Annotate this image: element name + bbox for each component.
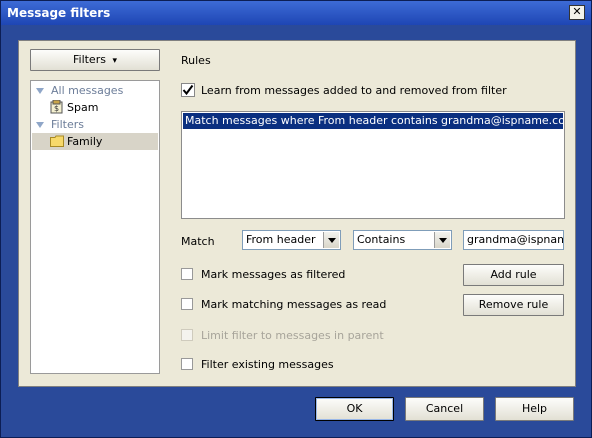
value-input-text: grandma@ispname.com (467, 233, 563, 246)
tree-item-label: Spam (67, 101, 99, 114)
filter-tree: All messages $ Spam Filters Family (30, 80, 160, 374)
help-button[interactable]: Help (495, 397, 574, 421)
rules-heading: Rules (181, 54, 211, 67)
message-filters-window: Message filters ✕ Filters ▾ All messages… (0, 0, 592, 438)
window-title: Message filters (7, 6, 111, 20)
tree-group-label: Filters (51, 118, 84, 131)
field-select-value: From header (246, 233, 316, 246)
rules-list[interactable]: Match messages where From header contain… (181, 111, 565, 219)
title-bar[interactable]: Message filters ✕ (1, 1, 591, 25)
match-label: Match (181, 235, 215, 248)
chevron-down-icon[interactable] (323, 232, 339, 248)
tree-item-spam[interactable]: $ Spam (31, 99, 157, 116)
filters-menu-button[interactable]: Filters ▾ (30, 49, 160, 71)
chevron-down-icon[interactable] (434, 232, 450, 248)
mark-read-checkbox[interactable] (181, 298, 193, 310)
remove-rule-button[interactable]: Remove rule (463, 294, 564, 316)
spam-icon: $ (50, 100, 63, 114)
expand-triangle-icon[interactable] (36, 88, 44, 94)
close-button[interactable]: ✕ (569, 5, 585, 20)
folder-icon (50, 135, 64, 147)
add-rule-button[interactable]: Add rule (463, 264, 564, 286)
learn-checkbox[interactable] (181, 83, 195, 97)
help-button-label: Help (521, 402, 548, 415)
tree-group-filters[interactable]: Filters (31, 116, 157, 133)
tree-item-label: Family (67, 135, 103, 148)
operator-select[interactable]: Contains (353, 230, 452, 250)
dialog-panel: Filters ▾ All messages $ Spam Filters Fa… (18, 40, 576, 387)
chevron-down-icon: ▾ (112, 56, 117, 66)
rule-list-item[interactable]: Match messages where From header contain… (183, 113, 563, 129)
remove-rule-label: Remove rule (478, 298, 549, 311)
svg-text:$: $ (54, 104, 59, 113)
expand-triangle-icon[interactable] (36, 122, 44, 128)
add-rule-label: Add rule (490, 268, 537, 281)
ok-button-label: OK (346, 402, 363, 415)
value-input[interactable]: grandma@ispname.com (463, 230, 564, 250)
mark-read-label: Mark matching messages as read (201, 298, 387, 311)
learn-checkbox-label: Learn from messages added to and removed… (201, 84, 507, 97)
filter-existing-checkbox[interactable] (181, 358, 193, 370)
tree-group-all-messages[interactable]: All messages (31, 82, 157, 99)
checkmark-icon (181, 83, 195, 97)
mark-filtered-label: Mark messages as filtered (201, 268, 346, 281)
filter-existing-label: Filter existing messages (201, 358, 334, 371)
limit-to-parent-checkbox[interactable] (181, 329, 193, 341)
ok-button[interactable]: OK (315, 397, 394, 421)
cancel-button[interactable]: Cancel (405, 397, 484, 421)
limit-to-parent-label: Limit filter to messages in parent (201, 329, 384, 342)
field-select[interactable]: From header (242, 230, 341, 250)
dialog-footer: OK Cancel Help (1, 387, 591, 437)
cancel-button-label: Cancel (425, 402, 464, 415)
filters-button-label: Filters (72, 53, 106, 66)
tree-group-label: All messages (51, 84, 124, 97)
tree-item-family[interactable]: Family (32, 133, 158, 150)
close-icon: ✕ (572, 5, 582, 18)
mark-filtered-checkbox[interactable] (181, 268, 193, 280)
operator-select-value: Contains (357, 233, 406, 246)
